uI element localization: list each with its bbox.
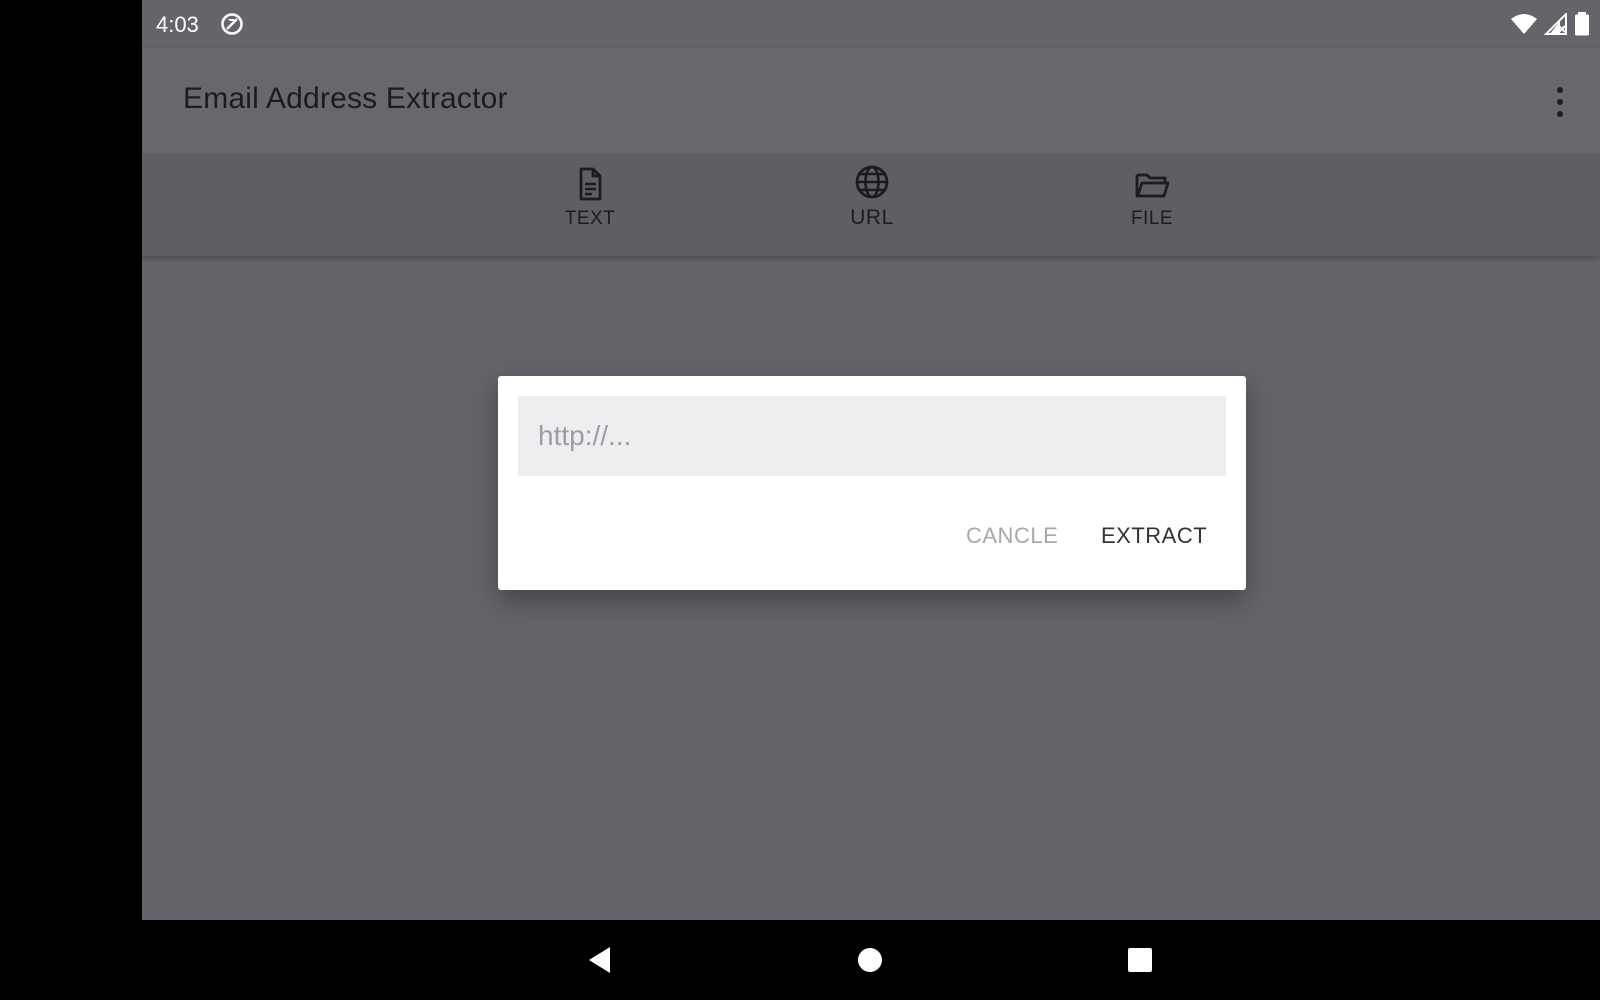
status-bar: 4:03	[142, 0, 1600, 48]
tab-text-label: TEXT	[564, 208, 616, 229]
url-input[interactable]	[518, 396, 1226, 476]
back-button[interactable]	[580, 940, 620, 980]
device-screen: 4:03 Email Address Extractor TEXT URL FI…	[0, 0, 1600, 1000]
app-window: 4:03 Email Address Extractor TEXT URL FI…	[142, 0, 1600, 920]
document-icon	[579, 167, 602, 201]
status-icons	[1510, 12, 1590, 36]
tab-file-label: FILE	[1130, 208, 1174, 229]
url-dialog: CANCLE EXTRACT	[498, 376, 1246, 590]
tab-url[interactable]: URL	[802, 154, 942, 256]
recents-square-icon	[1128, 948, 1152, 972]
battery-icon	[1575, 12, 1589, 36]
wifi-icon	[1511, 14, 1537, 34]
overflow-menu-icon[interactable]	[1548, 84, 1572, 120]
back-triangle-icon	[589, 947, 610, 973]
navigation-bar	[0, 920, 1600, 1000]
home-circle-icon	[858, 948, 882, 972]
app-bar: Email Address Extractor	[142, 48, 1600, 154]
tab-text[interactable]: TEXT	[520, 154, 660, 256]
recents-button[interactable]	[1120, 940, 1160, 980]
folder-open-icon	[1135, 173, 1170, 198]
home-button[interactable]	[850, 940, 890, 980]
app-title: Email Address Extractor	[183, 82, 508, 115]
extract-button[interactable]: EXTRACT	[1093, 516, 1215, 556]
status-time: 4:03	[156, 12, 199, 37]
cell-signal-icon	[1544, 13, 1567, 35]
tab-bar: TEXT URL FILE	[142, 154, 1600, 256]
cancel-button[interactable]: CANCLE	[958, 516, 1066, 556]
tab-file[interactable]: FILE	[1082, 154, 1222, 256]
tab-url-label: URL	[850, 206, 894, 229]
left-black-bar	[0, 0, 142, 920]
globe-icon	[855, 165, 889, 199]
data-saver-icon	[221, 13, 243, 35]
